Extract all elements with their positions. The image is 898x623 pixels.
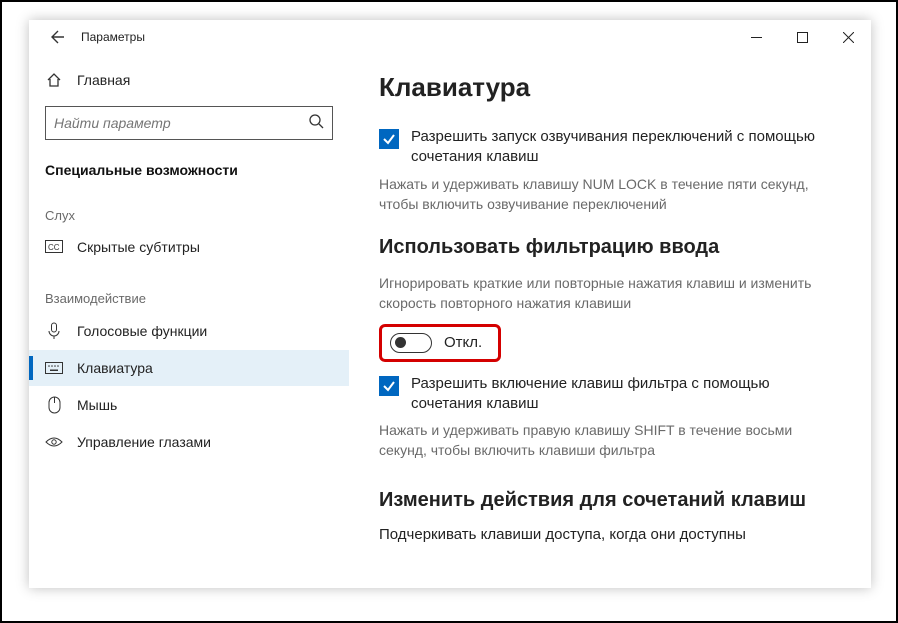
sidebar-item-label: Клавиатура <box>77 360 153 376</box>
filter-keys-toggle[interactable] <box>390 333 432 353</box>
maximize-icon <box>797 32 808 43</box>
settings-window: Параметры Главная <box>29 20 871 588</box>
check-icon <box>382 132 396 146</box>
sidebar-item-label: Управление глазами <box>77 434 211 450</box>
sidebar-item-label: Голосовые функции <box>77 323 207 339</box>
sidebar-item-captions[interactable]: CC Скрытые субтитры <box>29 229 349 265</box>
window-controls <box>733 22 871 52</box>
page-title: Клавиатура <box>379 72 841 103</box>
minimize-icon <box>751 32 762 43</box>
section-heading-shortcuts: Изменить действия для сочетаний клавиш <box>379 489 841 512</box>
checkbox-checked[interactable] <box>379 129 399 149</box>
checkbox-label: Разрешить включение клавиш фильтра с пом… <box>411 374 841 415</box>
captions-icon: CC <box>45 240 63 254</box>
arrow-left-icon <box>49 29 65 45</box>
content-panel: Клавиатура Разрешить запуск озвучивания … <box>349 54 871 588</box>
sidebar-item-label: Скрытые субтитры <box>77 239 200 255</box>
mouse-icon <box>45 396 63 414</box>
eye-icon <box>45 436 63 448</box>
sidebar-group-hearing: Слух <box>29 200 349 229</box>
sidebar-group-interaction: Взаимодействие <box>29 283 349 312</box>
search-box[interactable] <box>45 106 333 140</box>
toggle-knob <box>395 337 406 348</box>
titlebar: Параметры <box>29 20 871 54</box>
sidebar-home-label: Главная <box>77 72 130 88</box>
back-button[interactable] <box>43 23 71 51</box>
filter-keys-toggle-highlight: Откл. <box>379 324 501 362</box>
window-title: Параметры <box>81 30 145 44</box>
maximize-button[interactable] <box>779 22 825 52</box>
svg-text:CC: CC <box>48 243 60 252</box>
close-icon <box>843 32 854 43</box>
sidebar-item-home[interactable]: Главная <box>29 64 349 96</box>
sidebar-item-eye-control[interactable]: Управление глазами <box>29 424 349 460</box>
search-input[interactable] <box>54 115 308 131</box>
home-icon <box>45 72 63 88</box>
sidebar: Главная Специальные возможности Слух CC … <box>29 54 349 588</box>
close-button[interactable] <box>825 22 871 52</box>
window-body: Главная Специальные возможности Слух CC … <box>29 54 871 588</box>
keyboard-icon <box>45 362 63 374</box>
setting-line: Подчеркивать клавиши доступа, когда они … <box>379 526 841 543</box>
sidebar-item-label: Мышь <box>77 397 117 413</box>
setting-description: Нажать и удерживать клавишу NUM LOCK в т… <box>379 174 841 215</box>
section-heading-filter-keys: Использовать фильтрацию ввода <box>379 236 841 259</box>
check-icon <box>382 379 396 393</box>
sidebar-item-keyboard[interactable]: Клавиатура <box>29 350 349 386</box>
setting-description: Нажать и удерживать правую клавишу SHIFT… <box>379 420 841 461</box>
checkbox-label: Разрешить запуск озвучивания переключени… <box>411 127 841 168</box>
checkbox-checked[interactable] <box>379 376 399 396</box>
sidebar-item-speech[interactable]: Голосовые функции <box>29 312 349 350</box>
sidebar-current-section: Специальные возможности <box>29 154 349 200</box>
checkbox-row-toggle-keys-shortcut[interactable]: Разрешить запуск озвучивания переключени… <box>379 127 841 168</box>
search-icon <box>308 113 324 134</box>
section-description: Игнорировать краткие или повторные нажат… <box>379 273 841 314</box>
checkbox-row-filter-keys-shortcut[interactable]: Разрешить включение клавиш фильтра с пом… <box>379 374 841 415</box>
toggle-state-label: Откл. <box>444 334 482 351</box>
minimize-button[interactable] <box>733 22 779 52</box>
sidebar-item-mouse[interactable]: Мышь <box>29 386 349 424</box>
microphone-icon <box>45 322 63 340</box>
